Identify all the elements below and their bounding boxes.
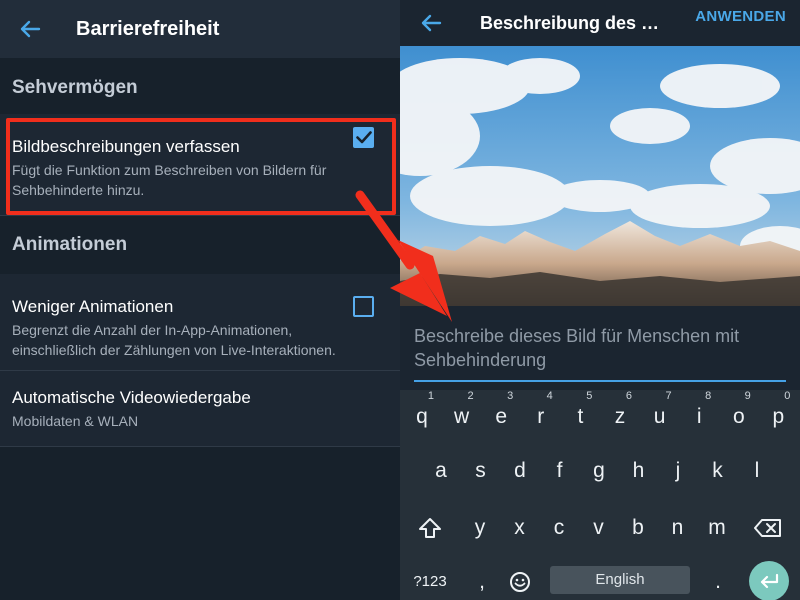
key-e[interactable]: e3 — [481, 390, 521, 438]
key-hint-number: 7 — [665, 390, 672, 402]
back-button[interactable] — [0, 0, 60, 58]
key-hint-number: 1 — [427, 390, 434, 402]
key-k[interactable]: k — [698, 450, 738, 492]
fewer-animations-checkbox[interactable] — [353, 296, 374, 317]
setting-title: Automatische Videowiedergabe — [12, 388, 251, 407]
key-x[interactable]: x — [500, 507, 540, 549]
key-hint-number: 4 — [546, 390, 553, 402]
back-arrow-icon — [421, 14, 442, 32]
apply-button[interactable]: ANWENDEN — [695, 8, 786, 25]
key-hint-number: 6 — [625, 390, 632, 402]
key-f[interactable]: f — [540, 450, 580, 492]
editor-header: Beschreibung des … ANWENDEN — [400, 0, 800, 46]
key-z[interactable]: z6 — [600, 390, 640, 438]
comma-key[interactable]: , — [462, 561, 502, 600]
description-input[interactable]: Beschreibe dieses Bild für Menschen mit … — [400, 306, 800, 390]
emoji-icon — [510, 572, 530, 592]
key-t[interactable]: t5 — [560, 390, 600, 438]
enter-icon — [760, 573, 779, 589]
keyboard-row-2: asdfghjkl — [400, 450, 800, 492]
keyboard-row-3: yxcvbnm — [400, 507, 800, 549]
key-n[interactable]: n — [658, 507, 698, 549]
key-i[interactable]: i8 — [679, 390, 719, 438]
key-hint-number: 5 — [586, 390, 593, 402]
key-r[interactable]: r4 — [521, 390, 561, 438]
key-v[interactable]: v — [579, 507, 619, 549]
key-m[interactable]: m — [697, 507, 737, 549]
key-a[interactable]: a — [421, 450, 461, 492]
key-b[interactable]: b — [618, 507, 658, 549]
setting-title: Weniger Animationen — [12, 297, 174, 316]
enter-key[interactable] — [749, 561, 789, 600]
key-o[interactable]: o9 — [719, 390, 759, 438]
shift-icon — [419, 518, 441, 538]
key-d[interactable]: d — [500, 450, 540, 492]
accessibility-settings-panel: Barrierefreiheit Sehvermögen Bildbeschre… — [0, 0, 400, 600]
keyboard-row-1: q1w2e3r4t5z6u7i8o9p0 — [400, 390, 800, 438]
back-arrow-icon — [20, 20, 41, 38]
page-title: Barrierefreiheit — [76, 17, 220, 40]
key-hint-number: 3 — [507, 390, 514, 402]
backspace-key[interactable] — [748, 507, 788, 549]
highlight-frame — [6, 118, 396, 215]
key-j[interactable]: j — [658, 450, 698, 492]
key-q[interactable]: q1 — [402, 390, 442, 438]
input-underline — [414, 380, 786, 382]
key-u[interactable]: u7 — [640, 390, 680, 438]
editor-back-button[interactable] — [400, 0, 462, 46]
setting-subtitle: Mobildaten & WLAN — [12, 413, 139, 429]
backspace-icon — [754, 519, 781, 537]
shift-key[interactable] — [410, 507, 450, 549]
description-placeholder: Beschreibe dieses Bild für Menschen mit … — [414, 326, 740, 370]
onscreen-keyboard: q1w2e3r4t5z6u7i8o9p0 asdfghjkl yxcvbnm ?… — [400, 390, 800, 600]
setting-video-autoplay[interactable]: Automatische Videowiedergabe Mobildaten … — [0, 371, 400, 447]
settings-header: Barrierefreiheit — [0, 0, 400, 58]
key-hint-number: 8 — [705, 390, 712, 402]
key-g[interactable]: g — [579, 450, 619, 492]
space-key[interactable]: English — [550, 566, 690, 594]
section-header-vision: Sehvermögen — [12, 77, 138, 98]
key-y[interactable]: y — [460, 507, 500, 549]
key-h[interactable]: h — [619, 450, 659, 492]
key-s[interactable]: s — [461, 450, 501, 492]
setting-fewer-animations[interactable]: Weniger Animationen Begrenzt die Anzahl … — [0, 274, 400, 371]
key-hint-number: 2 — [467, 390, 474, 402]
key-p[interactable]: p0 — [758, 390, 798, 438]
image-description-editor: Beschreibung des … ANWENDEN Beschreibe d… — [400, 0, 800, 600]
key-w[interactable]: w2 — [442, 390, 482, 438]
editor-title: Beschreibung des … — [480, 12, 660, 33]
preview-image — [400, 46, 800, 306]
emoji-key[interactable] — [500, 561, 540, 600]
key-l[interactable]: l — [737, 450, 777, 492]
key-c[interactable]: c — [539, 507, 579, 549]
period-key[interactable]: . — [698, 561, 738, 600]
key-hint-number: 9 — [744, 390, 751, 402]
setting-subtitle: Begrenzt die Anzahl der In-App-Animation… — [12, 322, 336, 358]
symbols-key[interactable]: ?123 — [410, 561, 450, 600]
section-header-animations: Animationen — [12, 234, 128, 255]
key-hint-number: 0 — [784, 390, 791, 402]
